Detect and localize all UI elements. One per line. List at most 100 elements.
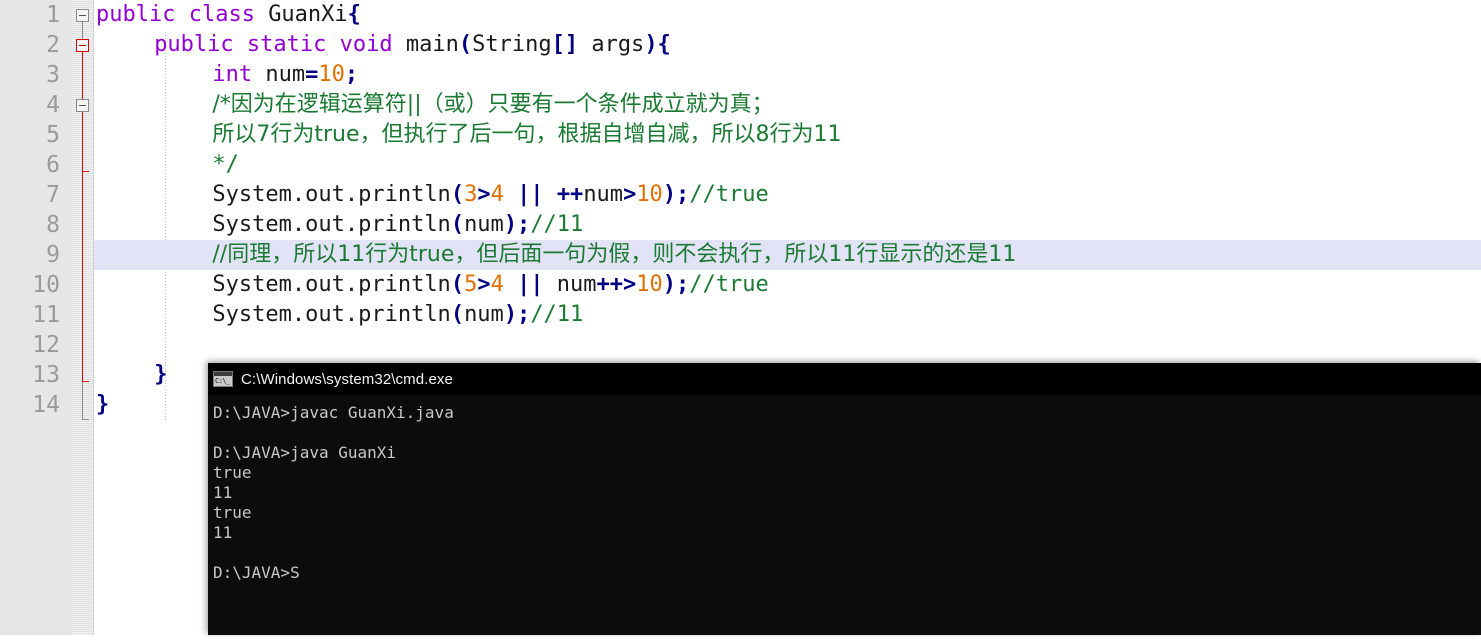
code-line[interactable]: System.out.println(num);//11: [94, 210, 1481, 240]
cmd-icon: [213, 371, 233, 387]
code-token: (: [450, 212, 465, 237]
line-number: 13: [32, 362, 60, 388]
line-number: 12: [32, 332, 60, 358]
code-folding-margin[interactable]: [72, 0, 94, 635]
fold-end-tick: [82, 381, 89, 382]
code-token: 所以7行为true，但执行了后一句，根据自增自减，所以8行为11: [212, 122, 842, 147]
code-token: (: [450, 302, 465, 327]
code-token: public class: [96, 2, 269, 27]
code-line-content: /*因为在逻辑运算符||（或）只要有一个条件成立就为真；: [94, 92, 774, 117]
code-token: []: [551, 32, 579, 57]
code-line[interactable]: //同理，所以11行为true，但后面一句为假，则不会执行，所以11行显示的还是…: [94, 240, 1481, 270]
code-line-content: */: [94, 152, 239, 177]
code-token: //true: [689, 182, 769, 207]
fold-end-tick: [82, 419, 89, 420]
code-token: }: [96, 392, 110, 417]
code-token: num: [583, 182, 624, 207]
code-token: {: [347, 2, 361, 27]
code-line[interactable]: [94, 330, 1481, 360]
cmd-console-window[interactable]: C:\Windows\system32\cmd.exe D:\JAVA>java…: [208, 363, 1481, 635]
code-token: GuanXi: [268, 2, 348, 27]
fold-toggle-icon[interactable]: [76, 99, 89, 112]
console-line: true: [213, 463, 252, 482]
code-token: args: [578, 32, 645, 57]
code-token: //true: [689, 272, 769, 297]
code-token: );: [662, 182, 690, 207]
code-token: 5: [464, 272, 478, 297]
code-line[interactable]: /*因为在逻辑运算符||（或）只要有一个条件成立就为真；: [94, 90, 1481, 120]
code-token: ++>: [596, 272, 637, 297]
code-line-content: System.out.println(3>4 || ++num>10);//tr…: [94, 182, 769, 207]
code-line[interactable]: System.out.println(3>4 || ++num>10);//tr…: [94, 180, 1481, 210]
line-number: 4: [46, 92, 60, 118]
minus-icon: [79, 105, 86, 106]
code-line[interactable]: public class GuanXi{: [94, 0, 1481, 30]
line-number: 10: [32, 272, 60, 298]
console-output[interactable]: D:\JAVA>javac GuanXi.java D:\JAVA>java G…: [208, 395, 1481, 643]
code-line-content: System.out.println(5>4 || num++>10);//tr…: [94, 272, 769, 297]
line-number: 14: [32, 392, 60, 418]
code-token: >: [477, 182, 491, 207]
console-title-bar[interactable]: C:\Windows\system32\cmd.exe: [208, 363, 1481, 395]
code-line-content: }: [94, 392, 109, 417]
code-line-content: }: [94, 362, 167, 387]
code-token: 4: [490, 272, 504, 297]
code-token: 10: [636, 182, 663, 207]
console-line: D:\JAVA>S: [213, 563, 300, 582]
code-token: num: [464, 302, 504, 327]
fold-toggle-icon[interactable]: [76, 39, 89, 52]
code-line-content: System.out.println(num);//11: [94, 302, 583, 327]
code-token: =: [305, 62, 319, 87]
code-token: System.out.println: [212, 182, 451, 207]
code-line-content: public static void main(String[] args){: [94, 32, 671, 57]
fold-toggle-icon[interactable]: [76, 9, 89, 22]
code-token: */: [212, 152, 239, 177]
code-token: /*因为在逻辑运算符||（或）只要有一个条件成立就为真；: [212, 92, 774, 117]
code-token: 3: [464, 182, 478, 207]
code-token: int: [212, 62, 266, 87]
code-token: >: [623, 182, 637, 207]
line-number: 6: [46, 152, 60, 178]
code-token: System.out.println: [212, 212, 451, 237]
code-token: public static void: [154, 32, 406, 57]
code-line[interactable]: System.out.println(5>4 || num++>10);//tr…: [94, 270, 1481, 300]
code-line-content: public class GuanXi{: [94, 2, 361, 27]
code-token: String: [472, 32, 552, 57]
code-line[interactable]: System.out.println(num);//11: [94, 300, 1481, 330]
code-line[interactable]: int num=10;: [94, 60, 1481, 90]
code-token: (: [450, 182, 465, 207]
minus-icon: [79, 15, 86, 16]
line-number: 5: [46, 122, 60, 148]
code-line[interactable]: public static void main(String[] args){: [94, 30, 1481, 60]
code-token: ||: [517, 182, 544, 207]
code-token: (: [450, 272, 465, 297]
code-line[interactable]: 所以7行为true，但执行了后一句，根据自增自减，所以8行为11: [94, 120, 1481, 150]
code-token: (: [458, 32, 473, 57]
code-line-content: System.out.println(num);//11: [94, 212, 583, 237]
console-line: D:\JAVA>javac GuanXi.java: [213, 403, 454, 422]
line-number: 8: [46, 212, 60, 238]
code-token: );: [662, 272, 690, 297]
line-number: 1: [46, 2, 60, 28]
code-token: >: [477, 272, 491, 297]
code-line-content: 所以7行为true，但执行了后一句，根据自增自减，所以8行为11: [94, 122, 842, 147]
code-token: 4: [490, 182, 504, 207]
code-token: ;: [344, 62, 359, 87]
code-line-content: int num=10;: [94, 62, 358, 87]
code-token: //11: [530, 302, 584, 327]
console-line: true: [213, 503, 252, 522]
code-token: //同理，所以11行为true，但后面一句为假，则不会执行，所以11行显示的还是…: [212, 242, 1017, 267]
console-line: 11: [213, 523, 233, 542]
code-token: );: [503, 212, 531, 237]
code-token: 10: [318, 62, 345, 87]
code-line[interactable]: */: [94, 150, 1481, 180]
console-title-text: C:\Windows\system32\cmd.exe: [241, 370, 453, 388]
console-line: D:\JAVA>java GuanXi: [213, 443, 397, 462]
code-token: num: [464, 212, 504, 237]
code-token: num: [265, 62, 306, 87]
line-number: 11: [32, 302, 60, 328]
